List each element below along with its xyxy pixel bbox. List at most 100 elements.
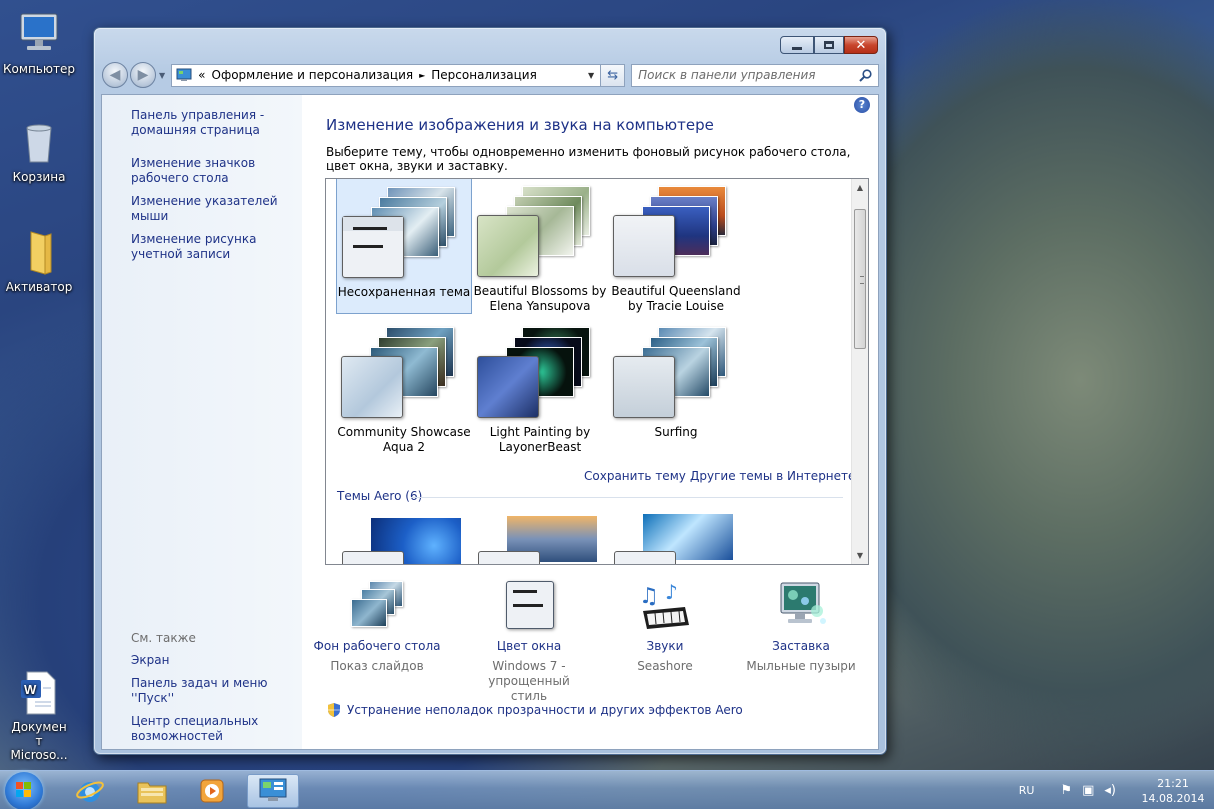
desktop-icon-activator[interactable]: Активатор: [0, 228, 78, 294]
aero-theme-tile-windows7[interactable]: [342, 517, 462, 564]
system-tray: RU ⚑ ▣ ◂) 21:21 14.08.2014: [1019, 771, 1214, 809]
address-dropdown-icon[interactable]: ▼: [588, 71, 600, 80]
more-themes-online-link[interactable]: Другие темы в Интернете: [690, 469, 855, 483]
computer-icon: [15, 10, 63, 58]
control-panel-icon: [259, 778, 287, 801]
desktop-icon-word-document[interactable]: W Документ Microso...: [0, 668, 78, 762]
scroll-up-icon[interactable]: ▲: [852, 179, 868, 196]
option-desktop-background[interactable]: Фон рабочего стола Показ слайдов: [307, 581, 447, 674]
option-sounds[interactable]: ♫ ♪ Звуки Seashore: [595, 580, 735, 674]
control-panel-icon: [176, 68, 192, 81]
scrollbar-thumb[interactable]: [854, 209, 866, 349]
minimize-button[interactable]: [780, 36, 814, 54]
aero-themes-label: Темы Aero (6): [337, 489, 423, 503]
option-label[interactable]: Заставка: [731, 639, 871, 653]
option-sublabel: Windows 7 - упрощенный стиль: [488, 659, 570, 703]
refresh-button[interactable]: ⇆: [601, 63, 626, 87]
option-label[interactable]: Цвет окна: [459, 639, 599, 653]
theme-tile-light-painting[interactable]: Light Painting by LayonerBeast: [472, 319, 608, 455]
search-icon: [859, 68, 872, 82]
theme-thumbnail: [336, 319, 472, 419]
aero-theme-tile-characters[interactable]: [614, 513, 734, 564]
breadcrumb-appearance[interactable]: Оформление и персонализация: [212, 68, 414, 82]
taskbar-media-player[interactable]: [186, 774, 238, 808]
option-label[interactable]: Фон рабочего стола: [307, 639, 447, 653]
desktop-icon-label: Компьютер: [3, 62, 75, 76]
section-divider: [411, 497, 843, 498]
back-button[interactable]: ◀: [102, 62, 128, 88]
theme-label: Community Showcase Aqua 2: [337, 425, 471, 454]
link-change-mouse-pointers[interactable]: Изменение указателей мыши: [131, 194, 301, 224]
address-row: ◀ ▶ ▼ « Оформление и персонализация ► Пе…: [102, 61, 879, 89]
clock[interactable]: 21:21 14.08.2014: [1132, 776, 1214, 806]
history-dropdown-icon[interactable]: ▼: [159, 71, 165, 80]
sounds-icon: ♫ ♪: [635, 580, 695, 633]
theme-label: Beautiful Blossoms by Elena Yansupova: [473, 284, 607, 313]
link-control-panel-home[interactable]: Панель управления - домашняя страница: [131, 108, 301, 138]
language-indicator[interactable]: RU: [1019, 784, 1035, 797]
link-change-desktop-icons[interactable]: Изменение значков рабочего стола: [131, 156, 301, 186]
link-display[interactable]: Экран: [131, 653, 301, 668]
page-title: Изменение изображения и звука на компьют…: [326, 116, 714, 134]
forward-button[interactable]: ▶: [130, 62, 156, 88]
search-input[interactable]: Поиск в панели управления: [631, 63, 879, 87]
page-description: Выберите тему, чтобы одновременно измени…: [326, 145, 851, 173]
theme-label: Beautiful Queensland by Tracie Louise: [611, 284, 741, 313]
theme-label: Несохраненная тема: [337, 285, 471, 299]
breadcrumb-separator[interactable]: ►: [419, 71, 425, 80]
option-screensaver[interactable]: Заставка Мыльные пузыри: [731, 581, 871, 674]
gallery-scrollbar[interactable]: ▲ ▼: [851, 179, 868, 564]
scroll-down-icon[interactable]: ▼: [852, 547, 868, 564]
folder-icon: [15, 228, 63, 276]
clock-time: 21:21: [1157, 776, 1189, 790]
desktop-background-icon: [347, 581, 407, 633]
aero-troubleshoot-link[interactable]: Устранение неполадок прозрачности и друг…: [326, 702, 743, 718]
theme-tile-beautiful-queensland[interactable]: Beautiful Queensland by Tracie Louise: [608, 179, 744, 314]
theme-tile-beautiful-blossoms[interactable]: Beautiful Blossoms by Elena Yansupova: [472, 179, 608, 314]
refresh-icon: ⇆: [607, 67, 619, 83]
save-theme-link[interactable]: Сохранить тему: [584, 469, 686, 483]
link-ease-of-access[interactable]: Центр специальных возможностей: [131, 714, 301, 744]
option-window-color[interactable]: Цвет окна Windows 7 - упрощенный стиль: [459, 581, 599, 704]
shield-icon: [328, 703, 340, 717]
back-arrow-icon: ◀: [109, 67, 121, 83]
close-icon: ✕: [855, 37, 867, 53]
recycle-bin-icon: [15, 118, 63, 166]
internet-explorer-icon: [76, 781, 104, 802]
screensaver-icon: [771, 581, 831, 633]
theme-thumbnail: [472, 179, 608, 278]
breadcrumb-overflow[interactable]: «: [198, 68, 205, 82]
help-icon[interactable]: ?: [854, 97, 870, 113]
taskbar-control-panel[interactable]: [247, 774, 299, 808]
folder-icon: [137, 782, 167, 804]
desktop-icon-computer[interactable]: Компьютер: [0, 10, 78, 76]
theme-gallery: Несохраненная тема Beautiful Blossoms by…: [325, 178, 869, 565]
windows-logo-icon: [16, 782, 31, 797]
action-center-icon[interactable]: ⚑: [1060, 783, 1072, 798]
link-taskbar-start-menu[interactable]: Панель задач и меню ''Пуск'': [131, 676, 301, 706]
address-bar[interactable]: « Оформление и персонализация ► Персонал…: [171, 63, 602, 87]
personalization-window: ✕ ◀ ▶ ▼ « Оформление и персонализация ► …: [93, 27, 887, 755]
aero-theme-tile-architecture[interactable]: [478, 515, 598, 564]
taskbar-explorer[interactable]: [126, 774, 178, 808]
network-icon[interactable]: ▣: [1082, 783, 1094, 798]
theme-tile-surfing[interactable]: Surfing: [608, 319, 744, 455]
breadcrumb-personalization[interactable]: Персонализация: [431, 68, 537, 82]
volume-icon[interactable]: ◂): [1104, 783, 1116, 798]
link-change-account-picture[interactable]: Изменение рисунка учетной записи: [131, 232, 301, 262]
maximize-button[interactable]: [814, 36, 844, 54]
taskbar-internet-explorer[interactable]: [64, 774, 116, 808]
search-placeholder: Поиск в панели управления: [638, 68, 816, 82]
theme-tile-unsaved[interactable]: Несохраненная тема: [336, 179, 472, 314]
window-color-swatch: [342, 216, 404, 278]
window-color-icon: [499, 581, 559, 633]
caption-buttons: ✕: [780, 36, 878, 54]
theme-tile-community-showcase[interactable]: Community Showcase Aqua 2: [336, 319, 472, 455]
start-button[interactable]: [5, 772, 43, 809]
close-button[interactable]: ✕: [844, 36, 878, 54]
option-label[interactable]: Звуки: [595, 639, 735, 653]
desktop-icon-recycle-bin[interactable]: Корзина: [0, 118, 78, 184]
clock-date: 14.08.2014: [1141, 791, 1205, 805]
aero-themes-header[interactable]: Темы Aero (6): [337, 489, 422, 503]
theme-thumbnail: [472, 319, 608, 419]
